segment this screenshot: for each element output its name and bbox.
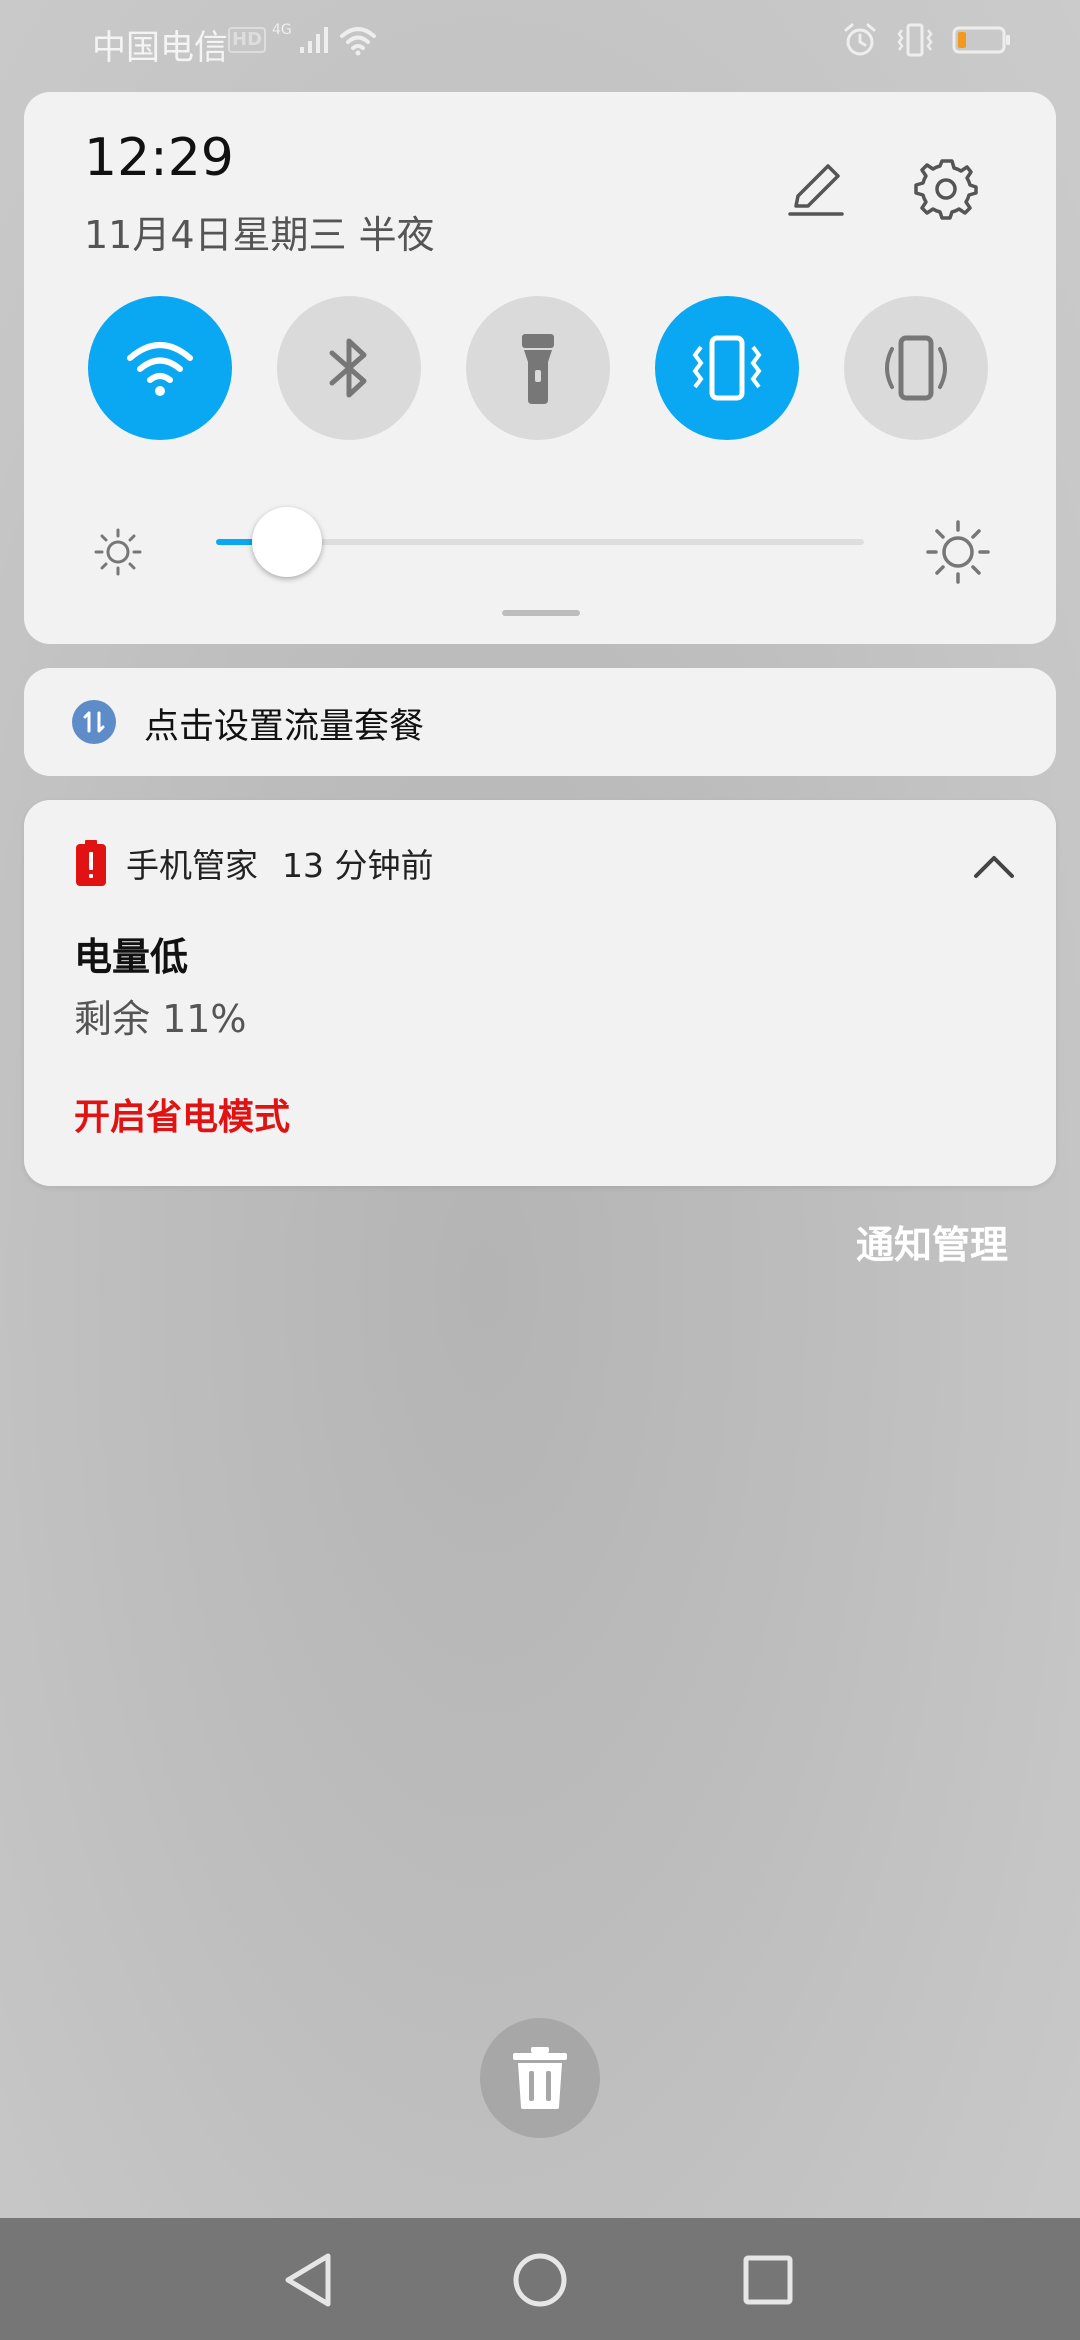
data-transfer-icon <box>72 700 116 744</box>
brightness-low-icon <box>94 528 142 576</box>
network-type-label: 4G <box>272 22 292 38</box>
trash-icon <box>513 2047 567 2109</box>
recents-button[interactable] <box>728 2240 808 2320</box>
clock-date: 11月4日星期三 半夜 <box>84 213 435 257</box>
status-bar: 中国电信 HD 4G <box>0 0 1080 82</box>
brightness-row <box>24 492 1056 592</box>
clock-time: 12:29 <box>84 128 234 188</box>
quick-settings-panel: 12:29 11月4日星期三 半夜 <box>24 92 1056 644</box>
alarm-icon <box>844 23 876 56</box>
settings-button[interactable] <box>910 152 982 224</box>
collapse-notification-button[interactable] <box>964 836 1024 896</box>
notification-time: 13 分钟前 <box>282 846 434 885</box>
chevron-up-icon <box>974 856 1014 878</box>
power-saving-mode-button[interactable]: 开启省电模式 <box>74 1088 290 1140</box>
battery-icon <box>952 26 1010 54</box>
battery-alert-icon <box>76 840 106 886</box>
data-plan-text: 点击设置流量套餐 <box>144 707 425 747</box>
notification-app-name: 手机管家 <box>126 846 258 885</box>
home-button[interactable] <box>500 2240 580 2320</box>
status-icons-left: HD 4G <box>228 18 378 62</box>
wifi-toggle[interactable] <box>88 296 232 440</box>
battery-notification[interactable]: 手机管家 13 分钟前 电量低 剩余 11% 开启省电模式 <box>24 800 1056 1186</box>
notification-body: 剩余 11% <box>74 997 247 1041</box>
flashlight-toggle[interactable] <box>466 296 610 440</box>
notification-header: 手机管家 13 分钟前 <box>76 838 433 888</box>
gear-icon <box>914 159 978 220</box>
brightness-slider-thumb[interactable] <box>252 507 322 577</box>
status-icons-right <box>842 16 1012 64</box>
signal-icon <box>299 27 328 53</box>
home-icon <box>513 2253 567 2307</box>
pencil-icon <box>788 164 844 216</box>
bluetooth-icon <box>329 338 367 398</box>
brightness-slider[interactable] <box>216 507 864 577</box>
edit-tiles-button[interactable] <box>780 152 852 224</box>
hd-badge: HD <box>228 27 267 53</box>
vibrate-icon <box>897 23 933 57</box>
rotate-icon <box>885 335 947 401</box>
notification-title: 电量低 <box>74 935 189 979</box>
back-icon <box>285 2253 331 2307</box>
vibrate-icon <box>692 335 762 401</box>
notification-manage-link[interactable]: 通知管理 <box>856 1214 1008 1269</box>
wifi-icon <box>127 342 193 396</box>
panel-expand-handle[interactable] <box>502 610 580 616</box>
back-button[interactable] <box>268 2240 348 2320</box>
auto-rotate-toggle[interactable] <box>844 296 988 440</box>
brightness-high-icon <box>926 520 990 584</box>
wifi-icon <box>339 27 376 56</box>
data-plan-notification[interactable]: 点击设置流量套餐 <box>24 668 1056 776</box>
vibrate-toggle[interactable] <box>655 296 799 440</box>
flashlight-icon <box>522 334 554 404</box>
clear-notifications-button[interactable] <box>480 2018 600 2138</box>
navigation-bar <box>0 2218 1080 2340</box>
recents-icon <box>743 2255 793 2305</box>
bluetooth-toggle[interactable] <box>277 296 421 440</box>
carrier-label: 中国电信 <box>92 28 228 68</box>
